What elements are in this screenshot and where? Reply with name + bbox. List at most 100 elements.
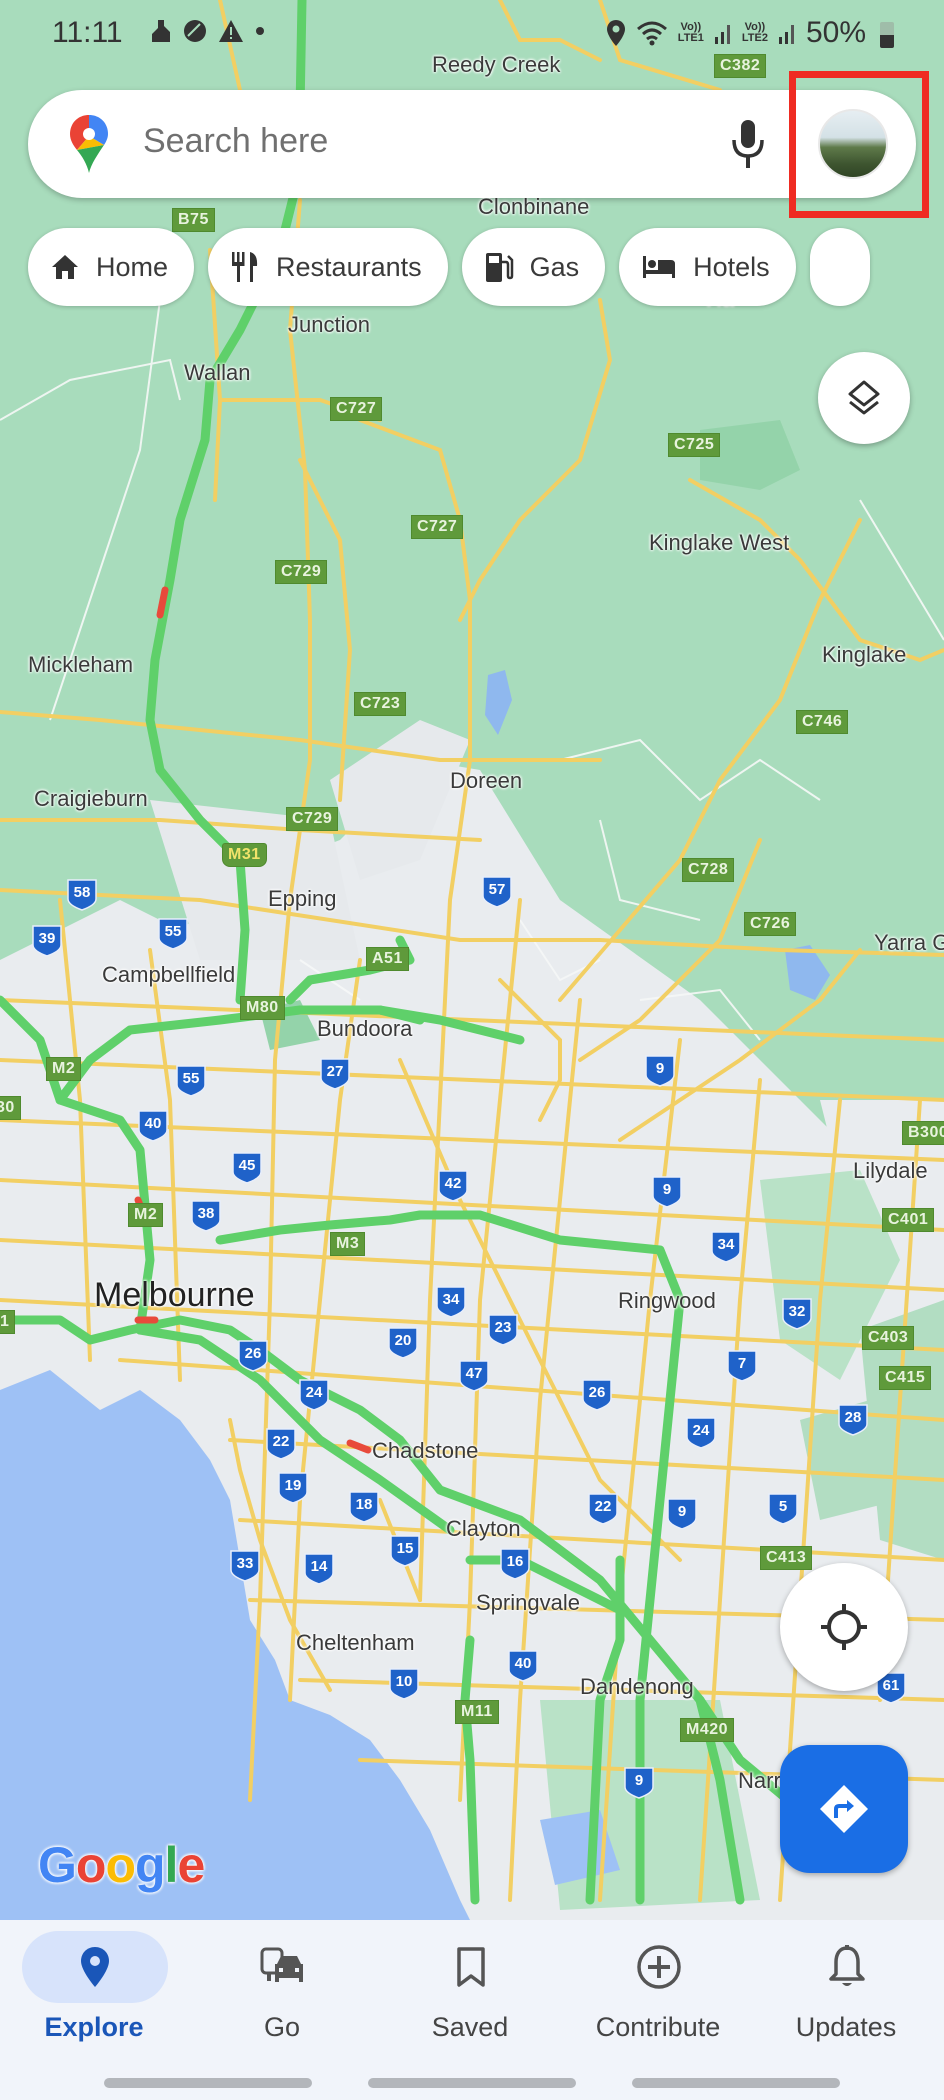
place-label: Craigieburn [34,786,148,811]
route-shield: 38 [191,1200,221,1232]
route-shield: 40 [138,1110,168,1142]
gesture-bar [104,2078,312,2088]
app-icon [184,20,206,42]
google-maps-pin-icon [70,115,108,173]
directions-button[interactable] [780,1745,908,1873]
place-label: Campbellfield [102,962,236,987]
category-chips: Home Restaurants Gas Hotels [28,228,870,306]
route-shield: 42 [438,1170,468,1202]
home-icon [52,255,78,279]
road-label: 30 [0,1096,21,1120]
road-label: C729 [275,560,328,584]
gesture-bar [368,2078,576,2088]
status-bar: 11:11 Vo)) LTE1 Vo)) LTE2 50% [0,0,944,66]
place-label: Bundoora [317,1016,413,1041]
route-shield: 58 [67,879,97,911]
restaurant-icon [232,252,258,282]
layers-button[interactable] [818,352,910,444]
nav-explore[interactable]: Explore [0,1920,188,2060]
explore-pin-icon [81,1947,109,1987]
route-shield: 39 [32,925,62,957]
chip-label: Restaurants [276,251,422,282]
route-shield: 22 [588,1493,618,1525]
place-label: Ringwood [618,1288,716,1313]
route-shield: 40 [508,1650,538,1682]
road-label: C413 [760,1546,813,1570]
place-label: Junction [288,312,370,337]
route-shield: 15 [390,1535,420,1567]
nav-go[interactable]: Go [188,1920,376,2060]
chip-home[interactable]: Home [28,228,195,306]
lte1-signal-icon: Vo)) LTE1 [677,21,704,44]
wifi-icon [636,21,667,46]
place-label: Doreen [450,768,523,793]
place-label: Kinglake [822,642,907,667]
route-shield: 5 [768,1493,798,1525]
road-label: C415 [879,1366,932,1390]
road-label: C726 [744,912,797,936]
road-label: M2 [128,1203,164,1227]
road-label: C729 [286,807,339,831]
route-shield: 9 [624,1767,654,1799]
warning-icon [219,20,243,42]
place-label: Dandenong [580,1674,694,1699]
route-shield: 33 [230,1550,260,1582]
directions-icon [820,1785,868,1833]
google-attribution: Google [38,1837,205,1893]
nav-label: Explore [44,2012,144,2042]
signal-bars-icon [778,25,794,44]
place-label: Cheltenham [296,1630,415,1655]
signal-bars-icon [714,25,730,44]
dot-icon [256,27,264,35]
route-shield: 27 [320,1058,350,1090]
chip-label: Hotels [693,251,770,282]
place-label: Clayton [446,1516,521,1541]
nav-label: Contribute [595,2012,721,2042]
add-circle-icon [637,1945,681,1989]
route-shield: 23 [488,1314,518,1346]
microphone-icon[interactable] [728,116,768,172]
chip-more[interactable] [809,228,870,306]
place-label: Springvale [476,1590,580,1615]
battery-icon [880,22,894,48]
location-icon [606,20,625,46]
place-label: Mickleham [28,652,134,677]
my-location-icon [821,1604,867,1650]
road-label: C401 [882,1208,935,1232]
bookmark-icon [457,1947,485,1987]
chip-hotels[interactable]: Hotels [619,228,796,306]
route-shield: 26 [238,1340,268,1372]
my-location-button[interactable] [780,1563,908,1691]
bell-icon [829,1945,865,1986]
place-label: Wallan [184,360,251,385]
status-time: 11:11 [52,16,123,49]
route-shield: 7 [727,1350,757,1382]
road-label: B300 [902,1121,944,1145]
commute-icon [260,1947,303,1982]
chip-restaurants[interactable]: Restaurants [208,228,448,306]
road-label: C403 [862,1326,915,1350]
search-input[interactable]: Search here [143,122,328,161]
route-shield: 57 [482,876,512,908]
place-label: Chadstone [372,1438,479,1463]
nav-updates[interactable]: Updates [752,1920,940,2060]
route-shield: 9 [652,1176,682,1208]
road-label: M3 [330,1232,366,1256]
route-shield: 20 [388,1327,418,1359]
route-shield: 24 [686,1417,716,1449]
route-shield: 55 [158,918,188,950]
chip-gas[interactable]: Gas [461,228,606,306]
chip-label: Home [96,251,169,282]
route-shield: 18 [349,1491,379,1523]
nav-saved[interactable]: Saved [376,1920,564,2060]
route-shield: 26 [582,1379,612,1411]
nav-contribute[interactable]: Contribute [564,1920,752,2060]
battery-percent: 50% [805,16,866,49]
lte2-signal-icon: Vo)) LTE2 [741,21,768,44]
route-shield: 45 [232,1152,262,1184]
chip-label: Gas [529,251,580,282]
search-bar[interactable]: Search here [28,90,916,198]
road-label: M2 [46,1057,82,1081]
nav-label: Saved [431,2012,509,2042]
route-shield: 22 [266,1428,296,1460]
